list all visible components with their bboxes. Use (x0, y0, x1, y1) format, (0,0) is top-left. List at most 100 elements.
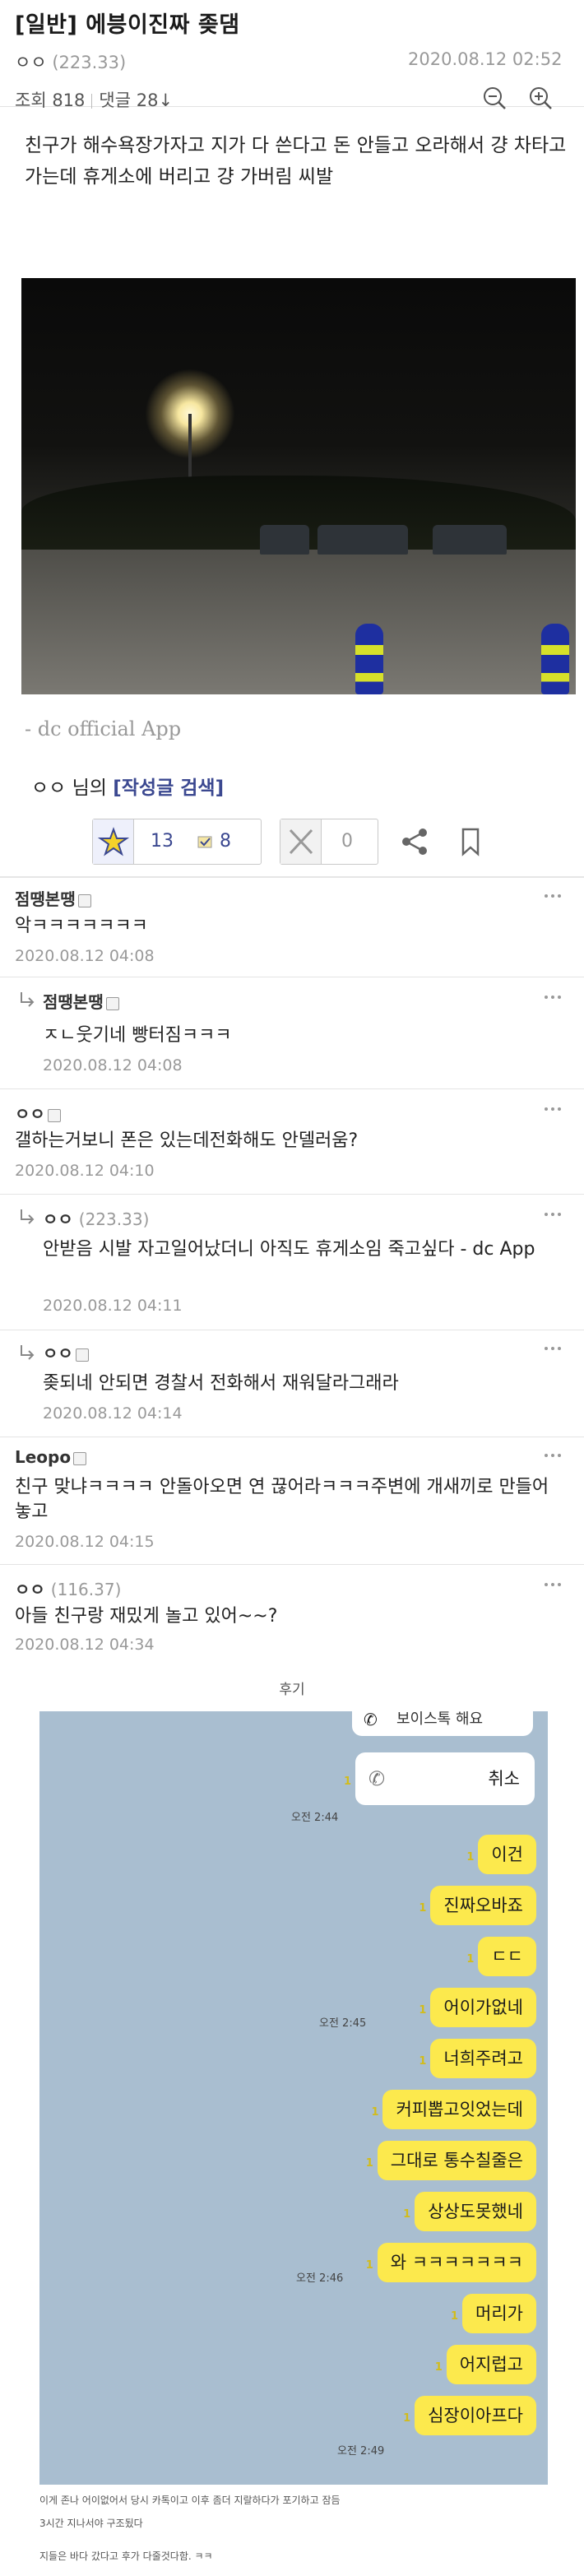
chat-message: 1 진짜오바죠 (419, 1886, 536, 1925)
comment-time: 2020.08.12 04:08 (15, 947, 155, 965)
comment-time: 2020.08.12 04:10 (15, 1162, 155, 1180)
chat-message: 1 상상도못했네 (403, 2192, 536, 2231)
comment-time: 2020.08.12 04:08 (43, 1056, 183, 1074)
comment-text: ㅈㄴ웃기네 빵터짐ㅋㅋㅋ (43, 1025, 232, 1046)
voice-call-bubble: ✆ 보이스톡 해요 (352, 1711, 533, 1736)
more-options-icon[interactable] (543, 1345, 563, 1352)
chat-timestamp: 오전 2:44 (291, 1812, 339, 1824)
author-posts-search-link[interactable]: [작성글 검색] (113, 777, 224, 799)
parked-vehicle (433, 525, 507, 555)
more-options-icon[interactable] (543, 1452, 563, 1459)
comment-item: Leopo 친구 맞냐ㅋㅋㅋㅋ 안돌아오면 연 끊어라ㅋㅋㅋ주변에 개새끼로 만… (0, 1437, 584, 1565)
more-options-icon[interactable] (543, 1106, 563, 1112)
chat-timestamp: 오전 2:46 (296, 2272, 344, 2285)
more-options-icon[interactable] (543, 1211, 563, 1218)
zoom-in-icon[interactable] (526, 84, 554, 112)
comment-author[interactable]: ㅇㅇ (43, 1340, 89, 1364)
comment-author[interactable]: ㅇㅇ (15, 1101, 61, 1125)
star-icon (93, 819, 134, 864)
view-count: 조회 818 (15, 91, 86, 110)
post-author[interactable]: ㅇㅇ (15, 53, 47, 72)
post-meta: ㅇㅇ (223.33) 2020.08.12 02:52 (15, 49, 562, 74)
gallog-badge-icon (73, 1451, 87, 1465)
chat-message: 1 어이가없네 (419, 1988, 536, 2027)
chat-timestamp: 오전 2:49 (337, 2445, 385, 2458)
reply-arrow-icon (21, 1209, 35, 1224)
comment-text: 갤하는거보니 폰은 있는데전화해도 안델러움? (15, 1130, 359, 1151)
missed-call-icon: ✆ (368, 1767, 386, 1790)
chat-message: 1와 ㅋㅋㅋㅋㅋㅋㅋ (366, 2243, 536, 2282)
chat-timestamp: 오전 2:45 (319, 2017, 367, 2030)
nonrecommend-button[interactable]: 0 (280, 819, 378, 865)
comment-time: 2020.08.12 04:11 (43, 1297, 183, 1315)
author-search-line: ㅇㅇ 님의 [작성글 검색] (31, 772, 224, 800)
vote-bar: 13 8 0 (92, 819, 553, 865)
chat-message: 1 ㄷㄷ (466, 1937, 536, 1976)
author-name-label: ㅇㅇ 님의 (31, 777, 107, 799)
comment-author[interactable]: ㅇㅇ (223.33) (43, 1206, 149, 1230)
comment-time: 2020.08.12 04:15 (15, 1533, 155, 1551)
comment-text: 좆되네 안되면 경찰서 전화해서 재워달라그래라 (43, 1373, 399, 1394)
more-options-icon[interactable] (543, 1581, 563, 1588)
comment-time: 2020.08.12 04:34 (15, 1636, 155, 1654)
zoom-out-icon[interactable] (480, 84, 508, 112)
gallog-badge-icon (77, 893, 91, 907)
call-canceled-bubble: 1 ✆ 취소 (344, 1752, 535, 1805)
chat-screenshot: ✆ 보이스톡 해요 1 ✆ 취소 오전 2:44 1 이건 1 진짜오바죠 1 ㄷㄷ … (39, 1711, 548, 2485)
reply-arrow-icon (21, 992, 35, 1007)
gallog-badge-icon (47, 1108, 61, 1122)
bollard (355, 624, 383, 694)
reply-item: ㅇㅇ (223.33) 안받음 시발 자고일어났더니 아직도 휴게소임 죽고싶다… (0, 1195, 584, 1330)
comment-author[interactable]: 점땡본땡 (43, 989, 119, 1013)
divider (91, 94, 93, 109)
reply-item: 점땡본땡 ㅈㄴ웃기네 빵터짐ㅋㅋㅋ 2020.08.12 04:08 (0, 977, 584, 1089)
comment-count-link[interactable]: 댓글 28↓ (99, 91, 173, 110)
fixed-recommend-icon (197, 836, 212, 848)
reply-item: ㅇㅇ 좆되네 안되면 경찰서 전화해서 재워달라그래라 2020.08.12 0… (0, 1330, 584, 1437)
parked-vehicle (260, 525, 309, 555)
comment-item: 점땡본땡 악ㅋㅋㅋㅋㅋㅋㅋ 2020.08.12 04:08 (0, 878, 584, 977)
comment-text: 안받음 시발 자고일어났더니 아직도 휴게소임 죽고싶다 - dc App (43, 1239, 535, 1260)
comment-text: 친구 맞냐ㅋㅋㅋㅋ 안돌아오면 연 끊어라ㅋㅋㅋ주변에 개새끼로 만들어놓고 (15, 1477, 549, 1522)
comment-text: 아들 친구랑 재밌게 놀고 있어~~? (15, 1606, 278, 1627)
post-stats: 조회 818 댓글 28↓ (15, 87, 173, 112)
post-photo (21, 278, 576, 694)
app-signature: - dc official App (25, 717, 182, 740)
nonrecommend-count: 0 (341, 831, 353, 852)
comment-text: 악ㅋㅋㅋㅋㅋㅋㅋ (15, 916, 148, 936)
comment-author[interactable]: Leopo (15, 1447, 87, 1467)
comment-item: ㅇㅇ (116.37) 아들 친구랑 재밌게 놀고 있어~~? 2020.08.… (0, 1565, 584, 1665)
bookmark-icon[interactable] (454, 825, 487, 858)
chat-message: 1 너희주려고 (419, 2039, 536, 2078)
caption-line: 3시간 지나서야 구조됬다 (39, 2518, 143, 2529)
chat-message: 1 심장이아프다 (403, 2396, 536, 2435)
chat-message: 1 어지럽고 (435, 2345, 536, 2384)
after-story-label: 후기 (279, 1682, 305, 1698)
more-options-icon[interactable] (543, 994, 563, 1000)
post-body: 친구가 해수욕장가자고 지가 다 쓴다고 돈 안들고 오라해서 걍 차타고가는데… (25, 135, 567, 188)
post-header: [일반] 에븡이진짜 좆댐 ㅇㅇ (223.33) 2020.08.12 02:… (0, 0, 584, 110)
phone-icon: ✆ (364, 1711, 378, 1729)
share-icon[interactable] (398, 825, 431, 858)
more-options-icon[interactable] (543, 893, 563, 899)
post-author-ip: (223.33) (52, 53, 127, 72)
comment-author[interactable]: 점땡본땡 (15, 886, 91, 910)
gallog-badge-icon (105, 996, 119, 1010)
post-date: 2020.08.12 02:52 (408, 49, 563, 69)
recommend-button[interactable]: 13 8 (92, 819, 262, 865)
recommend-count: 13 (151, 831, 174, 852)
fixed-recommend-count: 8 (220, 831, 231, 852)
post-title: [일반] 에븡이진짜 좆댐 (15, 12, 240, 38)
parked-vehicle (317, 525, 408, 555)
chat-message: 1 커피뽑고잇었는데 (371, 2090, 536, 2129)
chat-message: 1 그대로 통수칠줄은 (366, 2141, 536, 2180)
caption-line: 지들은 바다 갔다고 후가 다줄것다함. ㅋㅋ (39, 2550, 213, 2562)
reply-arrow-icon (21, 1345, 35, 1360)
caption-line: 이게 존나 어이없어서 당시 카톡이고 이후 좀더 지랄하다가 포기하고 잠듬 (39, 2495, 341, 2506)
comment-item: ㅇㅇ 갤하는거보니 폰은 있는데전화해도 안델러움? 2020.08.12 04… (0, 1089, 584, 1195)
comment-author[interactable]: ㅇㅇ (116.37) (15, 1576, 121, 1600)
chat-message: 1 머리가 (451, 2294, 536, 2333)
thumbs-down-x-icon (280, 819, 322, 864)
chat-message: 1 이건 (466, 1835, 536, 1874)
comment-time: 2020.08.12 04:14 (43, 1404, 183, 1423)
